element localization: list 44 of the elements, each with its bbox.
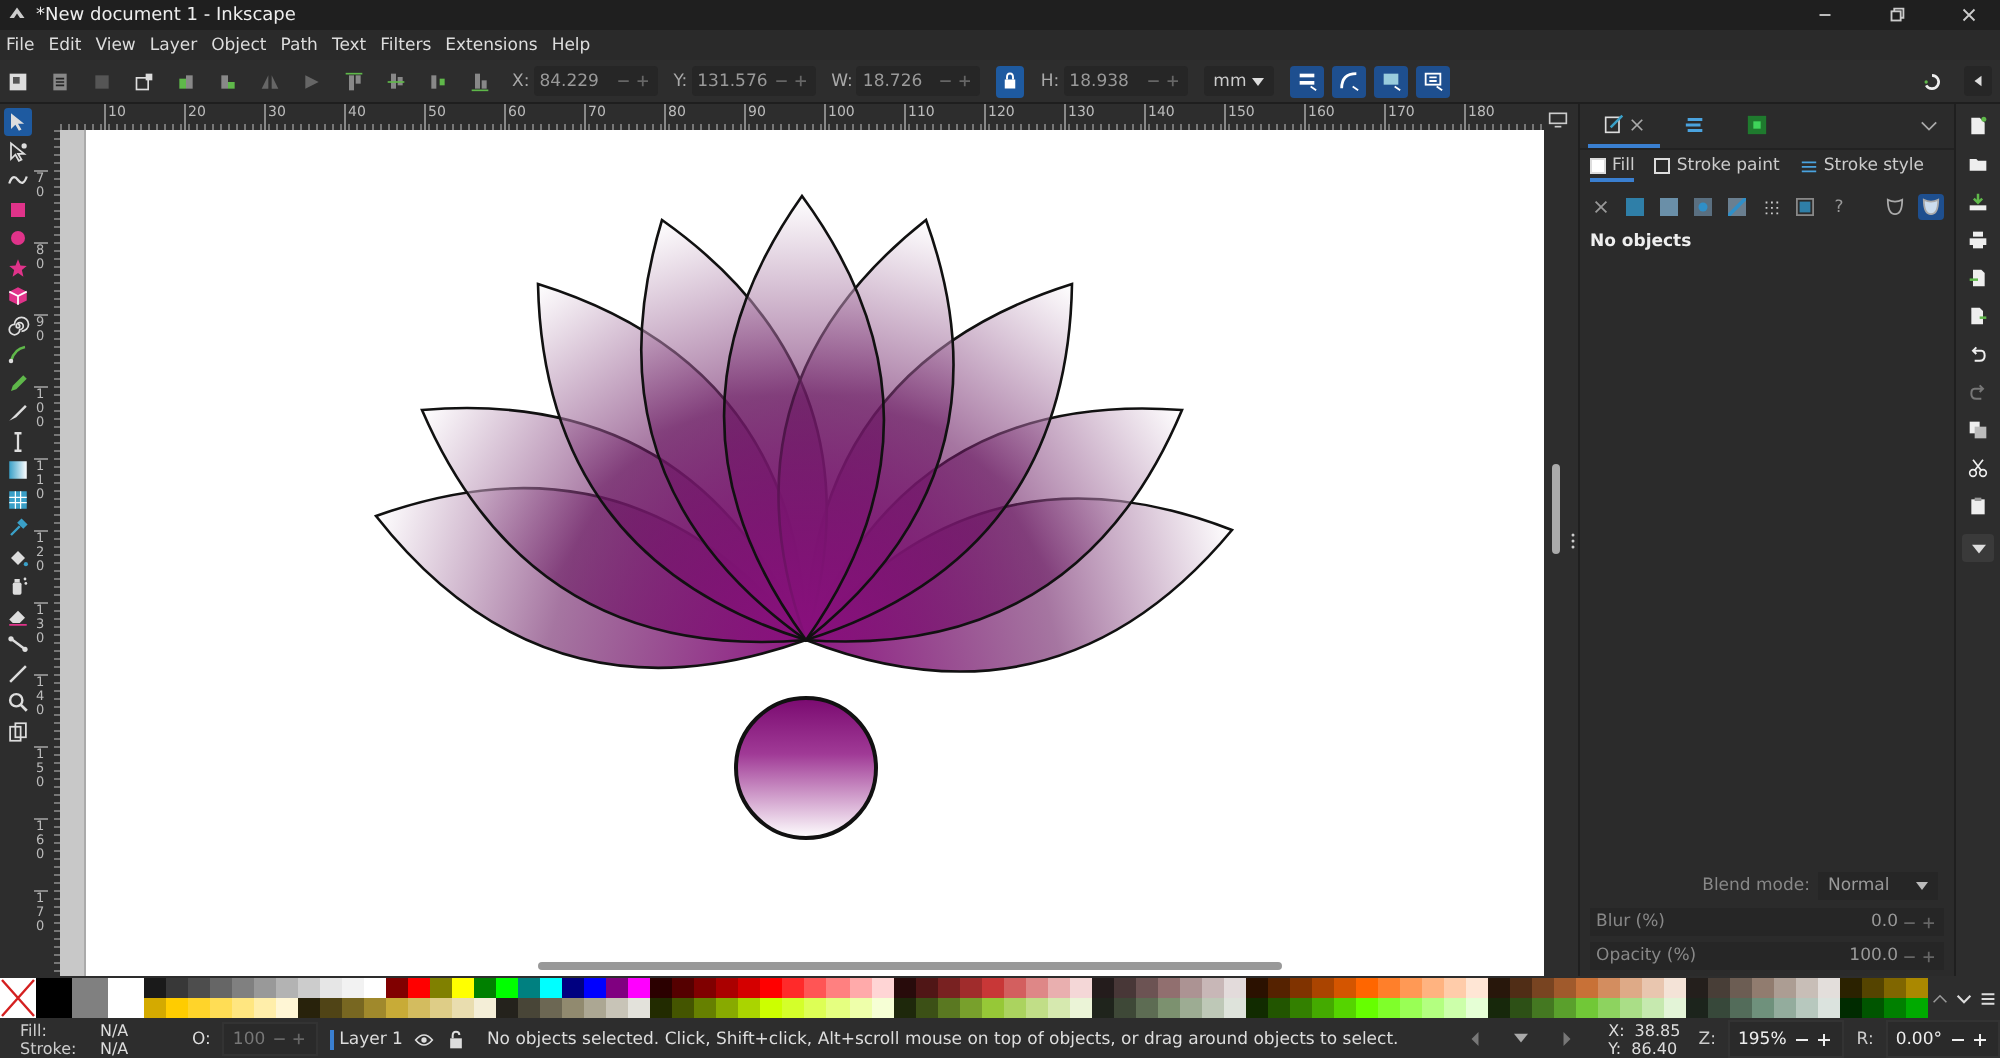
menu-item[interactable]: View (95, 35, 136, 55)
number-field[interactable]: 18.938 (1063, 66, 1188, 96)
menu-item[interactable]: File (6, 35, 35, 55)
stroke-paint-tab[interactable]: Stroke paint (1654, 155, 1780, 181)
blend-mode-label: Blend mode: (1702, 876, 1810, 896)
unset-paint-button[interactable]: ? (1828, 195, 1850, 219)
field-label: W: (831, 71, 853, 91)
stroke-label: Stroke: (20, 1039, 79, 1057)
field-label: X: (512, 71, 530, 91)
opacity-field[interactable]: Opacity (%) 100.0 (1590, 942, 1944, 970)
zoom-field[interactable]: 195% (1727, 1020, 1845, 1058)
menu-item[interactable]: Layer (149, 35, 198, 55)
blur-field[interactable]: Blur (%) 0.0 (1590, 908, 1944, 936)
number-field[interactable]: 18.726 (856, 66, 981, 96)
number-field[interactable]: 131.576 (691, 66, 816, 96)
layer-dropdown[interactable]: Layer 1 (329, 1029, 403, 1049)
field-label: Y: (673, 71, 688, 91)
rotation-field[interactable]: 0.00° (1885, 1020, 2000, 1058)
fill-value: N/A (100, 1021, 129, 1039)
menu-item[interactable]: Text (331, 35, 367, 55)
menu-item[interactable]: Filters (380, 35, 432, 55)
window-title: *New document 1 - Inkscape (36, 5, 296, 25)
blend-mode-dropdown[interactable]: Normal (1818, 872, 1938, 900)
rotation-label: R: (1856, 1029, 1874, 1049)
menu-item[interactable]: Help (551, 35, 591, 55)
opacity-label: O: (192, 1029, 211, 1049)
number-field[interactable]: 84.229 (533, 66, 658, 96)
menu-item[interactable]: Path (280, 35, 318, 55)
cursor-y-label: Y: (1608, 1039, 1622, 1057)
cursor-y-value: 86.40 (1631, 1039, 1680, 1057)
cursor-x-label: X: (1608, 1021, 1625, 1039)
menu-item[interactable]: Object (211, 35, 267, 55)
status-message: No objects selected. Click, Shift+click, Alt+scroll mouse on top of objects, or drag around objects to select. (486, 1029, 1399, 1049)
field-label: H: (1040, 71, 1060, 91)
status-message: No objects (1588, 230, 1694, 256)
fill-tab[interactable]: Fill (1590, 155, 1635, 181)
menu-item[interactable]: Edit (48, 35, 82, 55)
cursor-x-value: 38.85 (1634, 1021, 1683, 1039)
stroke-style-tab[interactable]: Stroke style (1799, 155, 1925, 181)
unit-dropdown[interactable]: mm (1203, 66, 1274, 96)
stroke-value: N/A (100, 1039, 129, 1057)
fill-label: Fill: (20, 1021, 49, 1039)
zoom-label: Z: (1698, 1029, 1716, 1049)
menu-item[interactable]: Extensions (445, 35, 538, 55)
